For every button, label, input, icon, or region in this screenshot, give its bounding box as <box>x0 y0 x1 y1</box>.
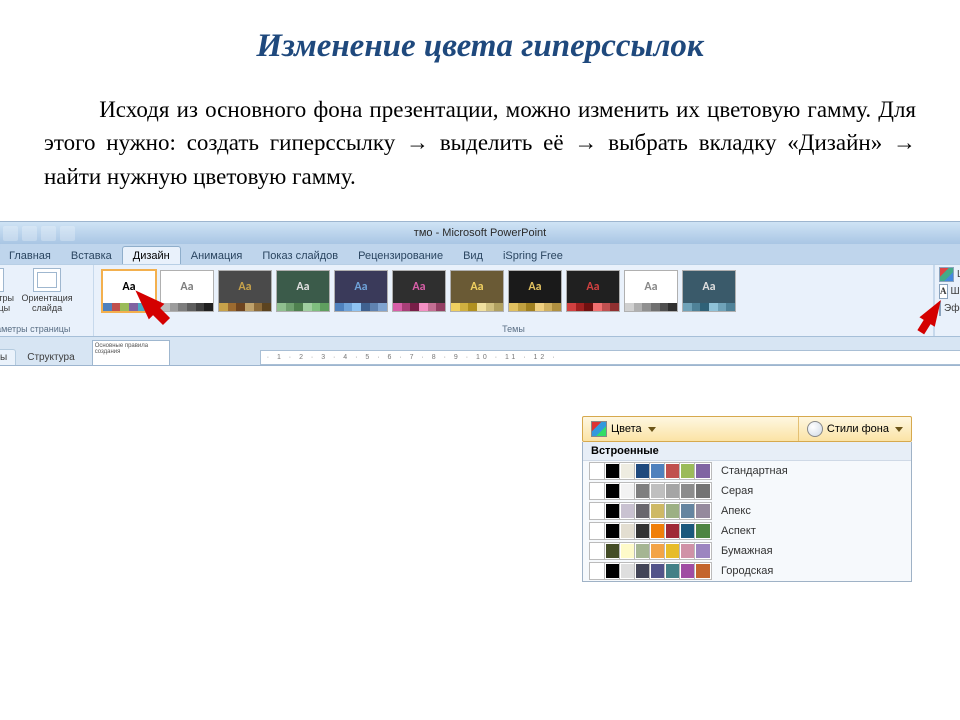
color-scheme-label: Серая <box>721 485 903 497</box>
group-label-page-setup: Параметры страницы <box>0 323 87 334</box>
group-themes: AaAaAaAaAaAaAaAaAaAaAa Темы <box>94 265 934 336</box>
page-title: Изменение цвета гиперссылок <box>44 28 916 65</box>
colors-icon <box>591 421 607 437</box>
theme-thumbnail[interactable]: Aa <box>392 270 446 312</box>
ribbon-tabs: ГлавнаяВставкаДизайнАнимацияПоказ слайдо… <box>0 244 960 264</box>
color-scheme-label: Бумажная <box>721 545 903 557</box>
color-scheme-label: Городская <box>721 565 903 577</box>
ribbon-tab[interactable]: iSpring Free <box>493 247 573 264</box>
background-styles-button[interactable]: Стили фона <box>798 417 911 441</box>
color-scheme-menu: Встроенные Стандартная Серая Апекс Аспект Бу… <box>582 442 912 582</box>
fonts-button[interactable]: AШрифты <box>939 284 960 299</box>
ribbon-tab[interactable]: Показ слайдов <box>252 247 348 264</box>
instruction-paragraph: Исходя из основного фона презентации, мо… <box>44 93 916 193</box>
menu-section-builtin: Встроенные <box>583 442 911 461</box>
ribbon-tab[interactable]: Главная <box>0 247 61 264</box>
colors-dropdown-panel: Цвета Стили фона Встроенные Стандартная С… <box>582 416 912 582</box>
color-scheme-item[interactable]: Серая <box>583 481 911 501</box>
color-scheme-item[interactable]: Стандартная <box>583 461 911 481</box>
group-label-themes: Темы <box>100 323 927 334</box>
ribbon-tab[interactable]: Вставка <box>61 247 122 264</box>
ribbon: Параметры страницы Ориентация слайда Пар… <box>0 264 960 337</box>
color-scheme-item[interactable]: Городская <box>583 561 911 581</box>
color-scheme-item[interactable]: Апекс <box>583 501 911 521</box>
background-styles-icon <box>807 421 823 437</box>
ribbon-tab[interactable]: Анимация <box>181 247 253 264</box>
theme-gallery[interactable]: AaAaAaAaAaAaAaAaAaAaAa <box>100 268 927 323</box>
ribbon-tab[interactable]: Вид <box>453 247 493 264</box>
color-scheme-label: Стандартная <box>721 465 903 477</box>
color-scheme-label: Аспект <box>721 525 903 537</box>
slide-thumbnail[interactable]: Основные правила создания <box>92 340 170 366</box>
theme-thumbnail[interactable]: Aa <box>276 270 330 312</box>
theme-thumbnail[interactable]: Aa <box>450 270 504 312</box>
color-scheme-item[interactable]: Бумажная <box>583 541 911 561</box>
powerpoint-screenshot: тмо - Microsoft PowerPoint ГлавнаяВставк… <box>0 221 960 366</box>
theme-thumbnail[interactable]: Aa <box>682 270 736 312</box>
tab-outline[interactable]: Структура <box>18 349 83 365</box>
theme-thumbnail[interactable]: Aa <box>160 270 214 312</box>
effects-button[interactable]: Эффекты <box>939 301 960 316</box>
theme-thumbnail[interactable]: Aa <box>102 270 156 312</box>
colors-dropdown-button[interactable]: Цвета <box>583 417 664 441</box>
quick-access-toolbar[interactable] <box>3 226 75 241</box>
ribbon-tab[interactable]: Дизайн <box>122 246 181 264</box>
theme-thumbnail[interactable]: Aa <box>624 270 678 312</box>
slides-outline-tabs[interactable]: Слайды Структура <box>0 337 86 365</box>
theme-thumbnail[interactable]: Aa <box>566 270 620 312</box>
group-page-setup: Параметры страницы Ориентация слайда Пар… <box>0 265 94 336</box>
slide-orientation-button[interactable]: Ориентация слайда <box>20 268 74 314</box>
theme-thumbnail[interactable]: Aa <box>508 270 562 312</box>
ribbon-tab[interactable]: Рецензирование <box>348 247 453 264</box>
theme-thumbnail[interactable]: Aa <box>218 270 272 312</box>
horizontal-ruler: · 1 · 2 · 3 · 4 · 5 · 6 · 7 · 8 · 9 · 10… <box>260 350 960 365</box>
page-setup-button[interactable]: Параметры страницы <box>0 268 17 314</box>
themes-right-panel: Цвета AШрифты Эффекты <box>934 265 960 336</box>
colors-button[interactable]: Цвета <box>939 267 960 282</box>
document-area: Слайды Структура Основные правила создан… <box>0 337 960 365</box>
color-scheme-item[interactable]: Аспект <box>583 521 911 541</box>
color-scheme-label: Апекс <box>721 505 903 517</box>
tab-slides[interactable]: Слайды <box>0 349 16 365</box>
window-title: тмо - Microsoft PowerPoint <box>414 227 546 239</box>
theme-thumbnail[interactable]: Aa <box>334 270 388 312</box>
